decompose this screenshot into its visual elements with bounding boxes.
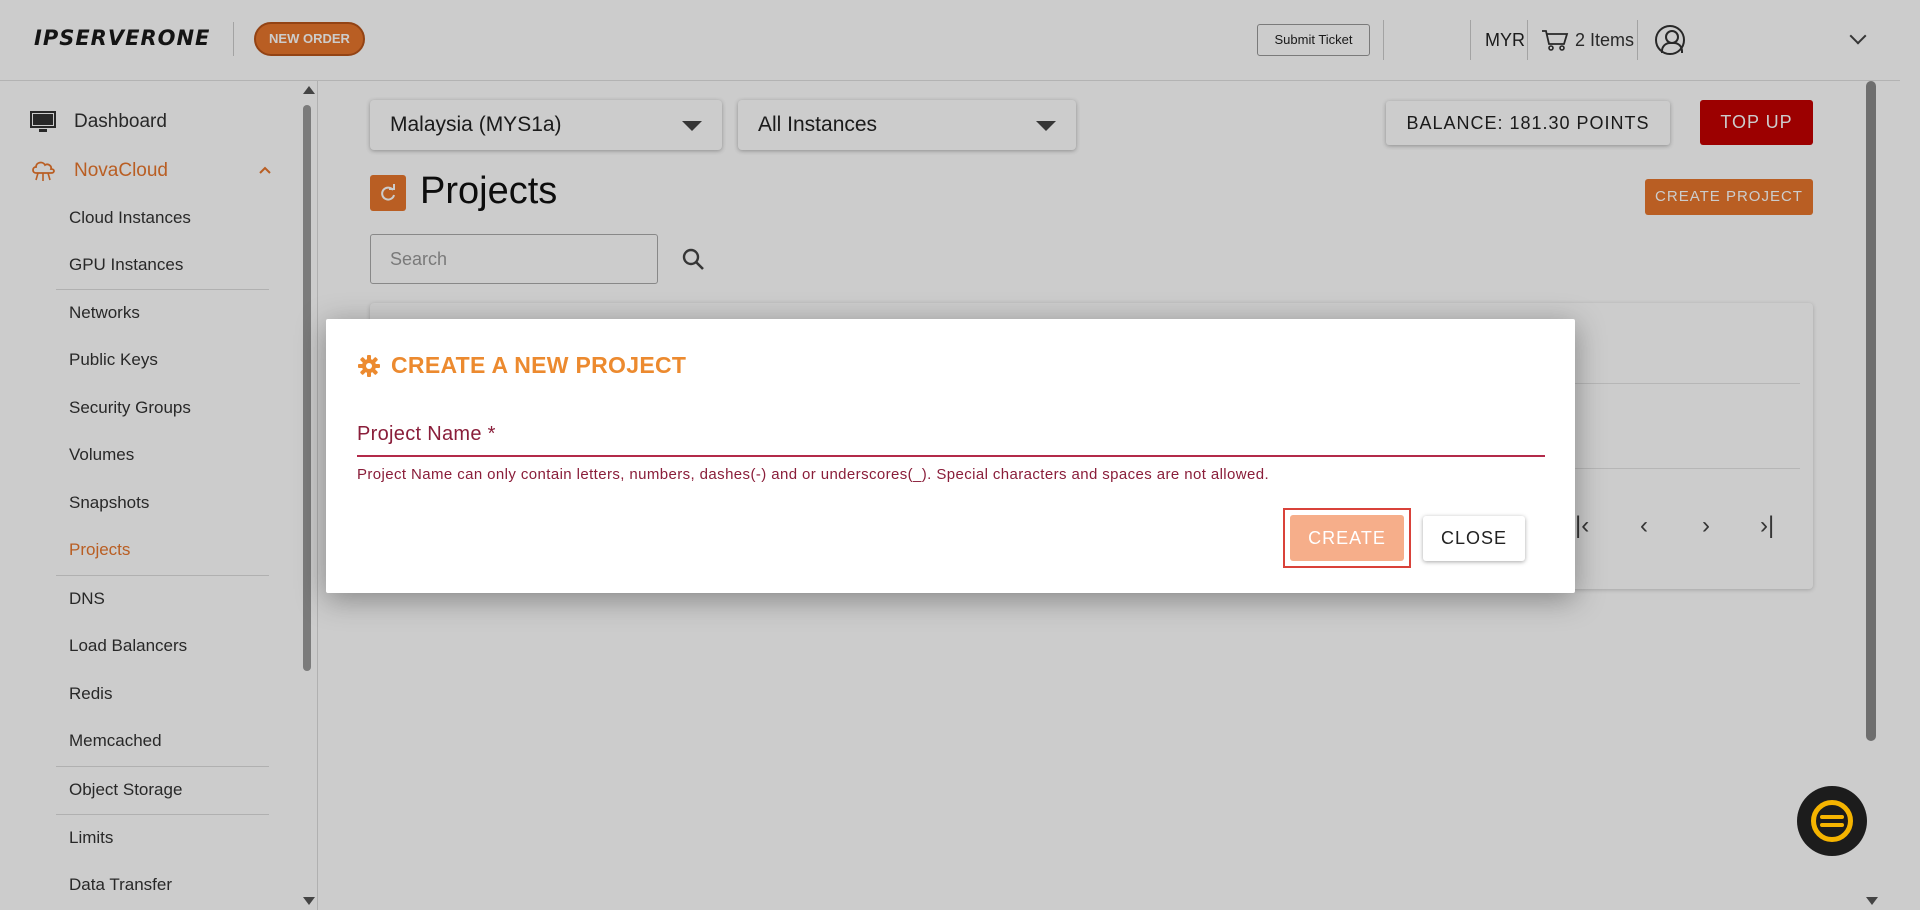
- chat-icon-line: [1820, 815, 1844, 819]
- chat-icon: [1811, 800, 1853, 842]
- chat-button[interactable]: [1797, 786, 1867, 856]
- create-button[interactable]: CREATE: [1290, 515, 1404, 561]
- close-button[interactable]: CLOSE: [1423, 516, 1525, 561]
- project-name-error: Project Name can only contain letters, n…: [357, 466, 1270, 483]
- chat-icon-line: [1820, 823, 1844, 827]
- dialog-title: CREATE A NEW PROJECT: [357, 352, 686, 379]
- create-project-dialog: CREATE A NEW PROJECT Project Name * Proj…: [326, 319, 1575, 593]
- dialog-title-text: CREATE A NEW PROJECT: [391, 352, 687, 378]
- project-name-underline: [357, 455, 1545, 457]
- gear-icon: [358, 354, 380, 377]
- project-name-field[interactable]: Project Name *: [357, 423, 496, 446]
